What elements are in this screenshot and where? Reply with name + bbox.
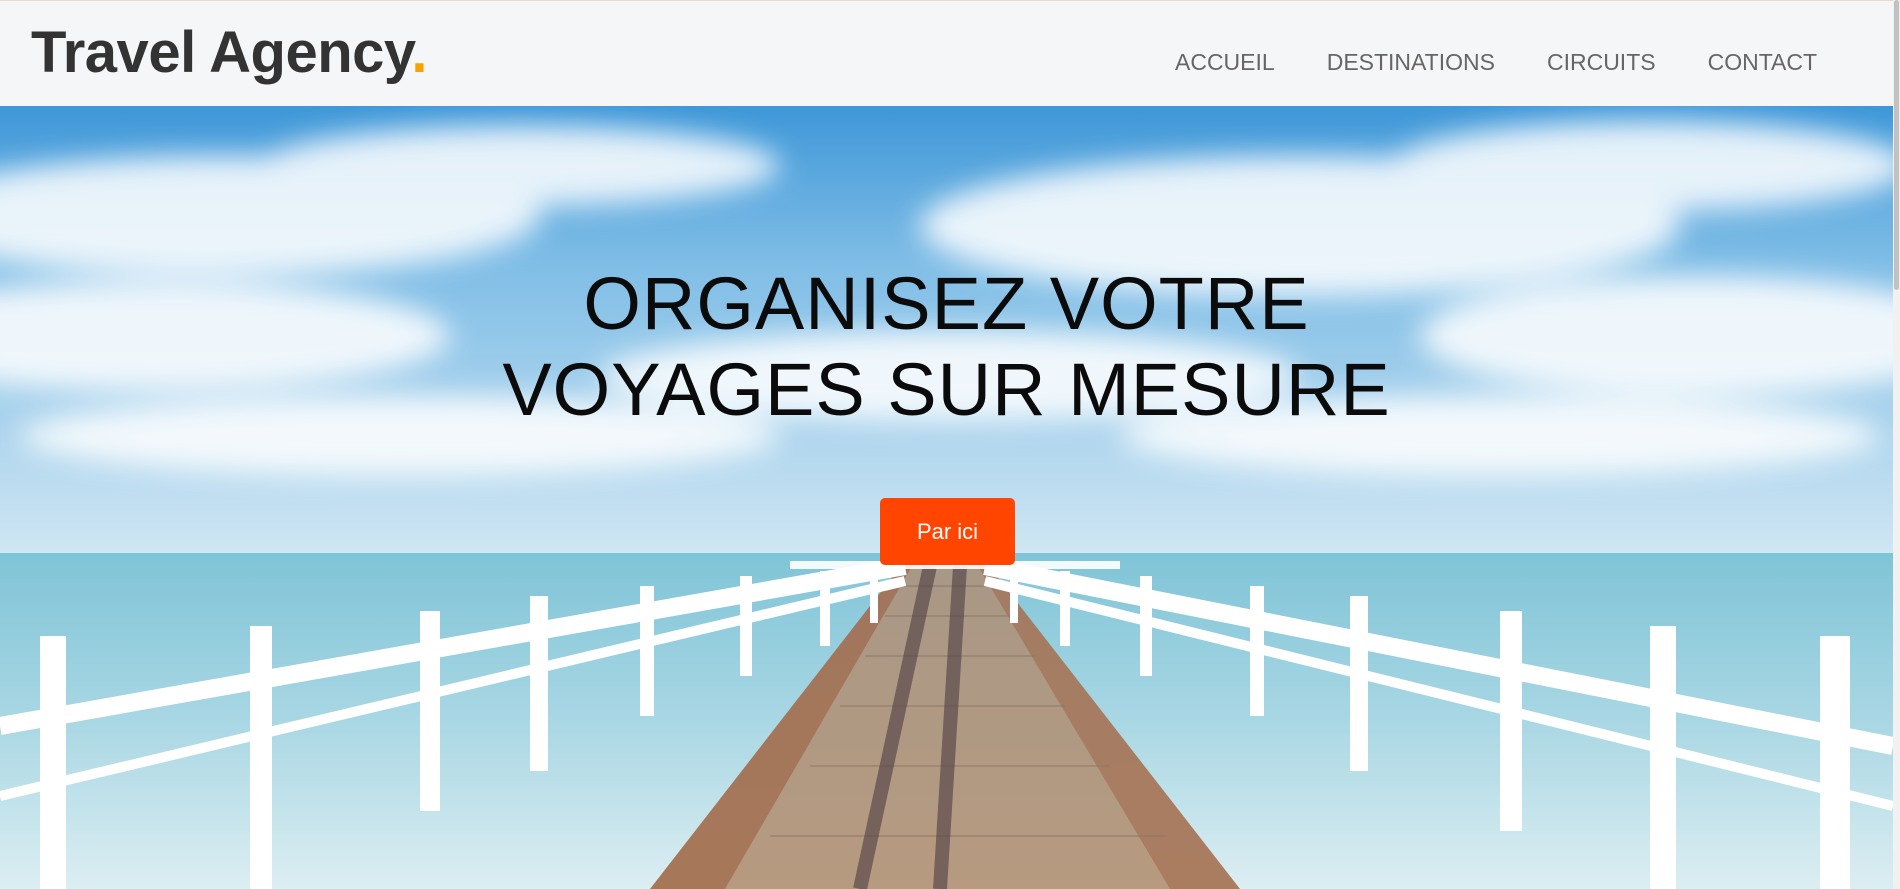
nav-link-destinations[interactable]: DESTINATIONS bbox=[1327, 49, 1495, 76]
page: Travel Agency. ACCUEIL DESTINATIONS CIRC… bbox=[0, 0, 1893, 889]
page-scrollbar[interactable] bbox=[1893, 0, 1900, 889]
site-header: Travel Agency. ACCUEIL DESTINATIONS CIRC… bbox=[0, 0, 1893, 106]
cta-button[interactable]: Par ici bbox=[880, 498, 1015, 565]
main-nav: ACCUEIL DESTINATIONS CIRCUITS CONTACT bbox=[1175, 49, 1869, 76]
brand-name: Travel Agency bbox=[31, 20, 412, 85]
hero-section: ORGANISEZ VOTRE VOYAGES SUR MESURE Par i… bbox=[0, 106, 1893, 889]
hero-headline-line2: VOYAGES SUR MESURE bbox=[502, 348, 1391, 431]
brand-dot: . bbox=[411, 20, 427, 85]
nav-link-accueil[interactable]: ACCUEIL bbox=[1175, 49, 1275, 76]
nav-link-circuits[interactable]: CIRCUITS bbox=[1547, 49, 1656, 76]
brand-logo[interactable]: Travel Agency. bbox=[31, 19, 427, 86]
scrollbar-thumb[interactable] bbox=[1894, 0, 1899, 290]
nav-link-contact[interactable]: CONTACT bbox=[1708, 49, 1817, 76]
hero-headline: ORGANISEZ VOTRE VOYAGES SUR MESURE bbox=[0, 261, 1893, 433]
hero-headline-line1: ORGANISEZ VOTRE bbox=[583, 262, 1310, 345]
